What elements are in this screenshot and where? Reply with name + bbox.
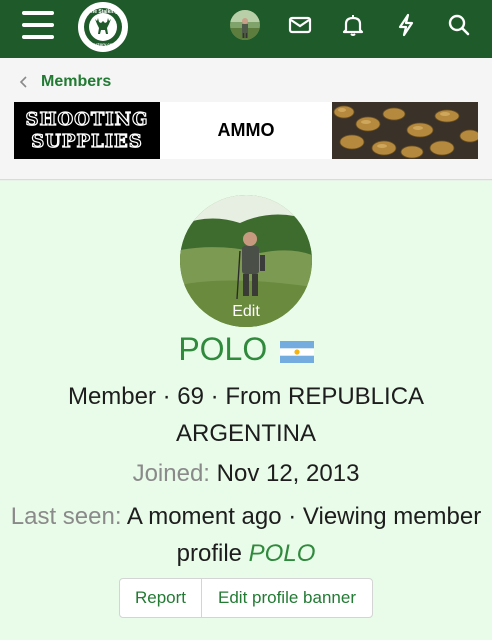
profile-avatar[interactable]: Edit bbox=[180, 195, 312, 327]
breadcrumb: Members bbox=[0, 58, 492, 102]
member-info: Member · 69 · From REPUBLICA ARGENTINA bbox=[67, 383, 425, 447]
bolt-icon[interactable] bbox=[393, 12, 419, 38]
ad-banner-area: SHOOTING SUPPLIES AMMO bbox=[0, 102, 492, 180]
member-profile-header: Edit POLO Member · 69 · From REPUBLICA A… bbox=[0, 181, 492, 640]
joined-date: Nov 12, 2013 bbox=[216, 460, 360, 487]
joined-row: Joined: Nov 12, 2013 bbox=[0, 455, 492, 492]
search-icon[interactable] bbox=[446, 12, 472, 38]
joined-label: Joined: bbox=[132, 460, 210, 487]
last-seen-row: Last seen: A moment ago · Viewing member… bbox=[0, 498, 492, 572]
last-seen-profile-link[interactable]: POLO bbox=[249, 540, 316, 567]
chevron-left-icon bbox=[19, 76, 27, 88]
bell-icon[interactable] bbox=[340, 12, 366, 38]
ammo-bullets-image bbox=[332, 102, 478, 159]
envelope-icon[interactable] bbox=[287, 12, 313, 38]
ad-brand-line-2: SUPPLIES bbox=[31, 130, 143, 152]
report-button[interactable]: Report bbox=[120, 579, 202, 617]
ad-product-label: AMMO bbox=[160, 102, 332, 159]
user-avatar[interactable] bbox=[230, 10, 260, 40]
site-logo[interactable]: The Stalking Directory.co.uk bbox=[78, 2, 128, 52]
logo-emblem: The Stalking Directory.co.uk bbox=[84, 8, 122, 47]
edit-profile-banner-button[interactable]: Edit profile banner bbox=[202, 579, 372, 617]
svg-text:The Stalking: The Stalking bbox=[88, 9, 118, 15]
avatar-edit-label[interactable]: Edit bbox=[180, 303, 312, 321]
profile-username: POLO bbox=[178, 331, 268, 367]
profile-action-buttons: Report Edit profile banner bbox=[119, 578, 373, 618]
top-navigation-bar: The Stalking Directory.co.uk bbox=[0, 0, 492, 58]
last-seen-label: Last seen: bbox=[10, 503, 122, 530]
breadcrumb-members-link[interactable]: Members bbox=[41, 73, 111, 91]
ad-brand-line-1: SHOOTING bbox=[25, 108, 149, 130]
shooting-supplies-logo: SHOOTING SUPPLIES bbox=[14, 102, 160, 159]
shooting-supplies-ad[interactable]: SHOOTING SUPPLIES AMMO bbox=[14, 102, 478, 159]
svg-text:Directory.co.uk: Directory.co.uk bbox=[87, 42, 119, 47]
username-row: POLO bbox=[0, 331, 492, 368]
argentina-flag-icon bbox=[279, 340, 314, 363]
menu-icon[interactable] bbox=[22, 11, 54, 39]
